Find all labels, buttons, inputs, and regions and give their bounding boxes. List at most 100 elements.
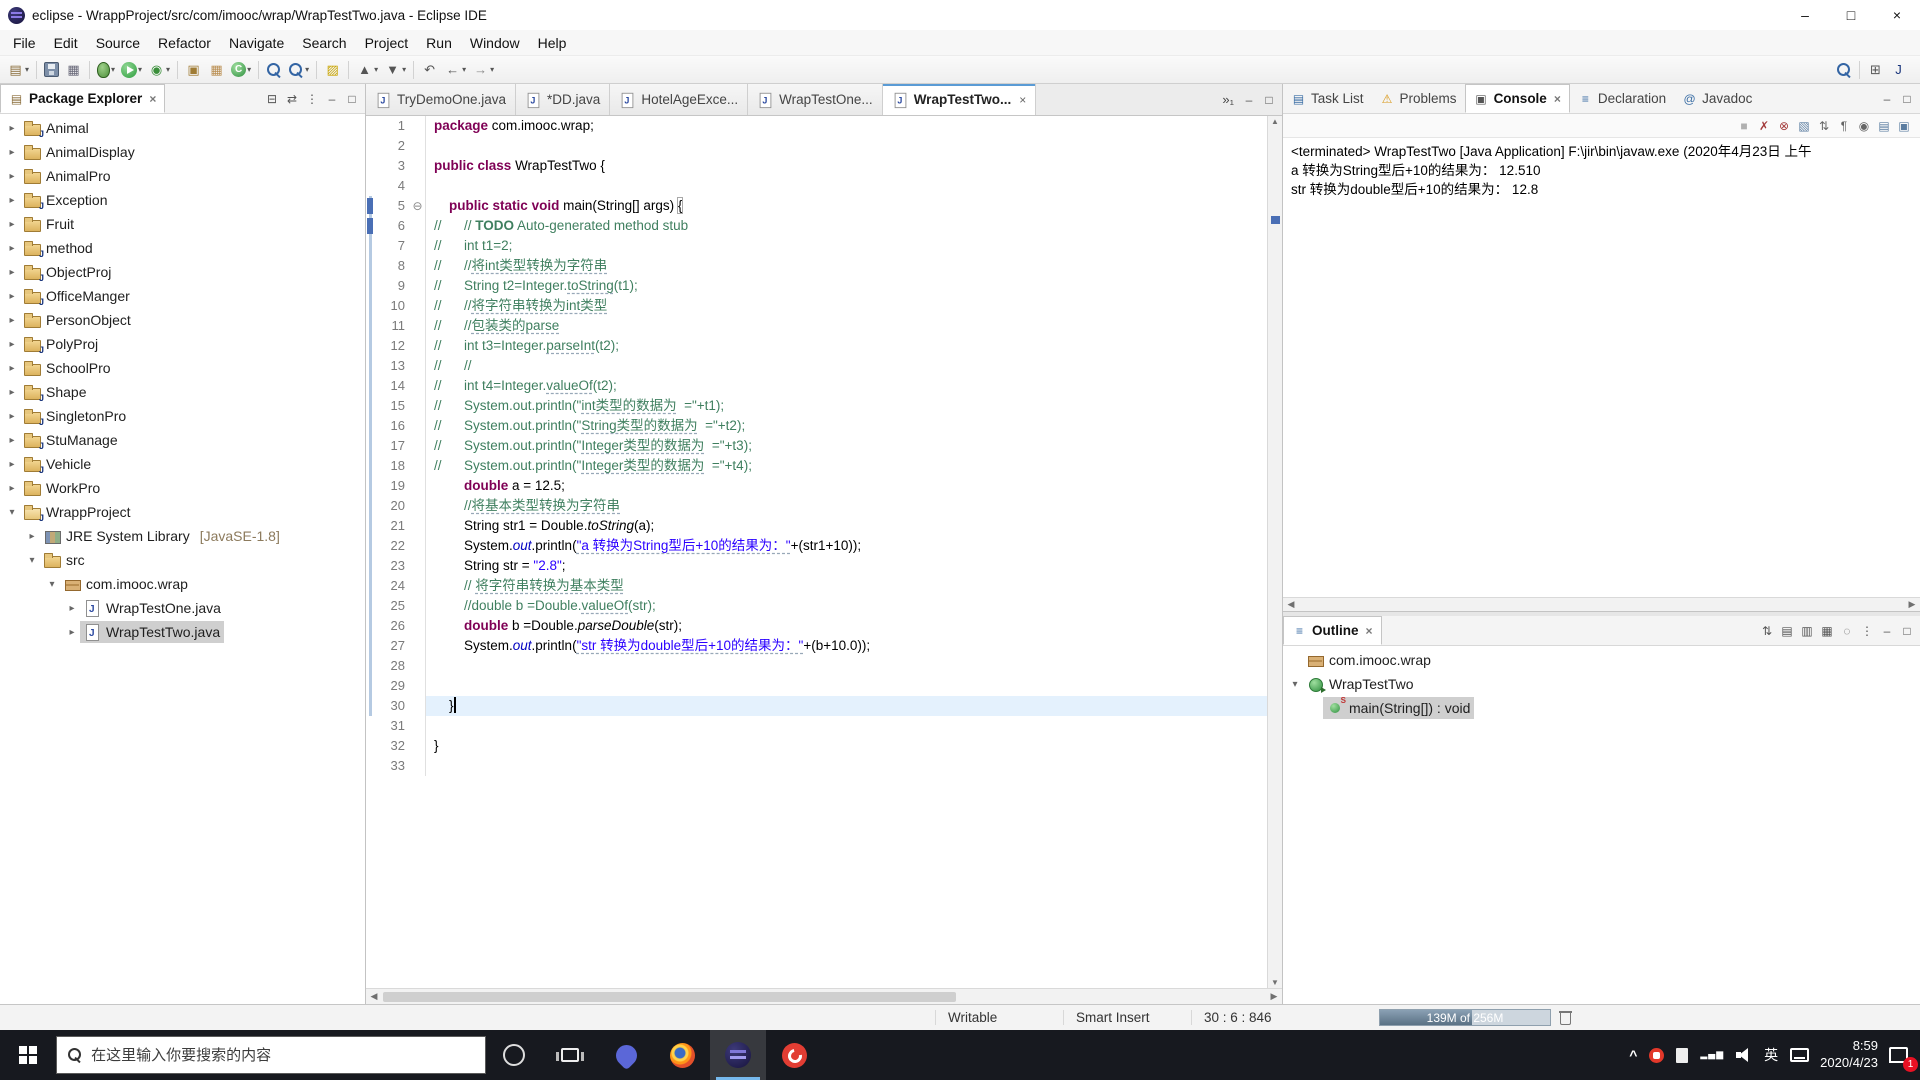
outline-item-wraptesttwo[interactable]: ▾ WrapTestTwo [1283,672,1920,696]
twistie-icon[interactable]: ▸ [4,315,20,326]
pin-console-button[interactable]: ◉ [1854,114,1874,138]
twistie-icon[interactable]: ▸ [4,435,20,446]
scroll-right-icon[interactable]: ▶ [1904,599,1920,610]
twistie-icon[interactable]: ▸ [4,147,20,158]
maximize-console-button[interactable]: □ [1897,84,1917,113]
remove-launch-button[interactable]: ✗ [1754,114,1774,138]
twistie-icon[interactable]: ▸ [4,243,20,254]
twistie-icon[interactable]: ▸ [4,483,20,494]
minimize-window-button[interactable]: – [1782,0,1828,30]
code-line-24[interactable]: 24 // 将字符串转换为基本类型 [366,576,1267,596]
remove-all-launches-button[interactable]: ⊗ [1774,114,1794,138]
ime-indicator[interactable]: 英 [1758,1030,1784,1080]
pe-item-src[interactable]: ▾ src [0,548,365,572]
minimize-editor-button[interactable]: – [1239,84,1259,115]
clear-console-button[interactable]: ▧ [1794,114,1814,138]
line-number-10[interactable]: 10 [376,296,410,316]
quick-access-search-button[interactable] [1833,58,1855,82]
link-with-editor-button[interactable]: ⇄ [282,84,302,113]
pe-item-personobject[interactable]: ▸ PersonObject [0,308,365,332]
pe-item-polyproj[interactable]: ▸ J PolyProj [0,332,365,356]
pe-item-wraptesttwo-java[interactable]: ▸ J WrapTestTwo.java [0,620,365,644]
code-line-28[interactable]: 28 [366,656,1267,676]
code-line-15[interactable]: 15 // System.out.println("int类型的数据为 ="+t1… [366,396,1267,416]
sort-button[interactable]: ⇅ [1757,616,1777,645]
line-number-18[interactable]: 18 [376,456,410,476]
line-number-6[interactable]: 6 [376,216,410,236]
scroll-up-icon[interactable]: ▲ [1268,117,1282,126]
scroll-left-icon[interactable]: ◀ [366,991,382,1002]
overview-marker[interactable] [1271,216,1280,224]
run-button[interactable]: ▾ [118,58,145,82]
code-line-31[interactable]: 31 [366,716,1267,736]
close-view-icon[interactable]: × [1554,92,1561,106]
menu-project[interactable]: Project [356,30,418,55]
view-tab-javadoc[interactable]: @ Javadoc [1674,84,1760,113]
code-line-2[interactable]: 2 [366,136,1267,156]
twistie-icon[interactable]: ▸ [4,195,20,206]
line-number-7[interactable]: 7 [376,236,410,256]
code-line-32[interactable]: 32} [366,736,1267,756]
start-button[interactable] [0,1030,56,1080]
back-button[interactable]: ← ▾ [441,58,469,82]
run-garbage-collector-button[interactable] [1559,1010,1572,1025]
line-number-5[interactable]: 5 [376,196,410,216]
editor-tab-hotelageexce[interactable]: J HotelAgeExce... [610,84,749,115]
close-window-button[interactable]: × [1874,0,1920,30]
code-line-33[interactable]: 33 [366,756,1267,776]
code-line-19[interactable]: 19 double a = 12.5; [366,476,1267,496]
scroll-right-icon[interactable]: ▶ [1266,991,1282,1002]
line-number-30[interactable]: 30 [376,696,410,716]
view-tab-declaration[interactable]: ≡ Declaration [1570,84,1674,113]
line-number-13[interactable]: 13 [376,356,410,376]
hscroll-track[interactable] [383,991,1265,1002]
line-number-4[interactable]: 4 [376,176,410,196]
view-tab-outline[interactable]: ≡ Outline × [1283,616,1382,645]
pe-item-animalpro[interactable]: ▸ AnimalPro [0,164,365,188]
twistie-icon[interactable]: ▾ [24,555,40,566]
line-number-20[interactable]: 20 [376,496,410,516]
menu-refactor[interactable]: Refactor [149,30,220,55]
twistie-icon[interactable]: ▸ [4,411,20,422]
maximize-editor-button[interactable]: □ [1259,84,1279,115]
editor-tab-wraptesttwo[interactable]: J WrapTestTwo... × [882,84,1037,115]
pe-item-com-imooc-wrap[interactable]: ▾ com.imooc.wrap [0,572,365,596]
touch-keyboard-button[interactable] [1784,1030,1815,1080]
outline-item-com-imooc-wrap[interactable]: com.imooc.wrap [1283,648,1920,672]
editor-tab-trydemoone-java[interactable]: J TryDemoOne.java [366,84,517,115]
minimize-view-button[interactable]: – [322,84,342,113]
twistie-icon[interactable]: ▸ [4,339,20,350]
twistie-icon[interactable]: ▸ [64,627,80,638]
taskbar-clock[interactable]: 8:59 2020/4/23 [1815,1030,1883,1080]
view-tab-problems[interactable]: ⚠ Problems [1372,84,1465,113]
print-button[interactable]: ▦ [62,58,85,82]
tray-volume-button[interactable] [1730,1030,1758,1080]
menu-search[interactable]: Search [293,30,355,55]
twistie-icon[interactable]: ▾ [44,579,60,590]
code-line-18[interactable]: 18 // System.out.println("Integer类型的数据为 =… [366,456,1267,476]
twistie-icon[interactable]: ▸ [4,267,20,278]
minimize-console-button[interactable]: – [1877,84,1897,113]
new-wizard-button[interactable]: ▤ ▾ [4,58,32,82]
scroll-left-icon[interactable]: ◀ [1283,599,1299,610]
eclipse-taskbar-button[interactable] [710,1030,766,1080]
tray-expand-button[interactable]: ^ [1623,1030,1643,1080]
code-line-4[interactable]: 4 [366,176,1267,196]
maximize-window-button[interactable]: □ [1828,0,1874,30]
line-number-9[interactable]: 9 [376,276,410,296]
menu-window[interactable]: Window [461,30,529,55]
line-number-31[interactable]: 31 [376,716,410,736]
open-type-button[interactable] [263,58,285,82]
editor-tab-dd-java[interactable]: J *DD.java [516,84,611,115]
action-center-button[interactable]: 1 [1883,1030,1918,1080]
line-number-12[interactable]: 12 [376,336,410,356]
outline-item-main-string-void[interactable]: Smain(String[]) : void [1283,696,1920,720]
save-button[interactable] [41,58,62,82]
code-area[interactable]: 1 package com.imooc.wrap; 2 3 public class W… [366,116,1267,988]
new-java-project-button[interactable]: ▣ [182,58,205,82]
line-number-32[interactable]: 32 [376,736,410,756]
fold-collapse-icon[interactable]: ⊖ [410,196,426,216]
pe-item-officemanger[interactable]: ▸ J OfficeManger [0,284,365,308]
twistie-icon[interactable]: ▸ [4,387,20,398]
java-perspective-button[interactable]: J [1887,58,1910,82]
